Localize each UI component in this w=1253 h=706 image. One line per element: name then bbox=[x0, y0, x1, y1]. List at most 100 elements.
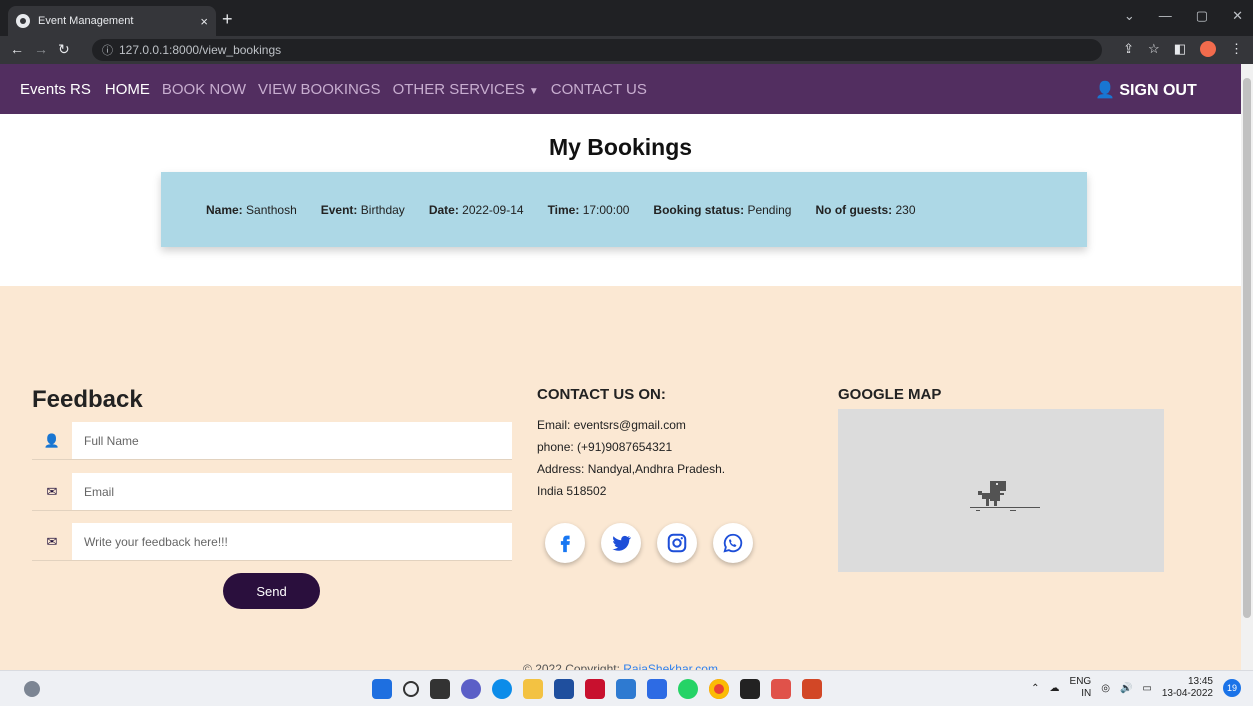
volume-icon[interactable]: 🔊 bbox=[1120, 683, 1132, 694]
widgets-icon[interactable] bbox=[24, 681, 40, 697]
booking-event: Event: Birthday bbox=[321, 203, 405, 217]
browser-tab[interactable]: Event Management × bbox=[8, 6, 216, 36]
label-event: Event: bbox=[320, 202, 358, 217]
address-bar[interactable]: ⓘ 127.0.0.1:8000/view_bookings bbox=[92, 39, 1102, 61]
map-title: GOOGLE MAP bbox=[838, 386, 942, 403]
onedrive-icon[interactable]: ☁ bbox=[1050, 683, 1060, 694]
region-code: IN bbox=[1081, 688, 1092, 699]
whatsapp-app-icon[interactable] bbox=[678, 679, 698, 699]
email-input[interactable] bbox=[72, 473, 512, 510]
nav-book-now[interactable]: BOOK NOW bbox=[162, 81, 246, 98]
value-date: 2022-09-14 bbox=[462, 202, 524, 217]
side-panel-icon[interactable]: ◧ bbox=[1174, 41, 1186, 57]
nav-other-services-label: OTHER SERVICES bbox=[392, 80, 525, 98]
start-icon[interactable] bbox=[372, 679, 392, 699]
new-tab-button[interactable]: + bbox=[222, 8, 233, 30]
address-toolbar: ← → ↻ ⓘ 127.0.0.1:8000/view_bookings ⇪ ☆… bbox=[0, 36, 1253, 64]
profile-avatar[interactable] bbox=[1200, 41, 1216, 57]
sign-out-label: SIGN OUT bbox=[1119, 82, 1197, 99]
offline-dino-icon bbox=[970, 481, 1040, 511]
close-tab-icon[interactable]: × bbox=[200, 14, 208, 29]
reload-icon[interactable]: ↻ bbox=[58, 41, 70, 58]
powerpoint-icon[interactable] bbox=[802, 679, 822, 699]
search-icon[interactable] bbox=[403, 681, 419, 697]
chevron-up-icon[interactable]: ⌃ bbox=[1031, 683, 1039, 694]
page-title: My Bookings bbox=[548, 134, 693, 160]
page-scrollbar[interactable] bbox=[1241, 64, 1253, 670]
share-icon[interactable]: ⇪ bbox=[1123, 41, 1134, 57]
close-window-icon[interactable]: ✕ bbox=[1232, 8, 1243, 24]
nav-other-services[interactable]: OTHER SERVICES ▼ bbox=[393, 81, 539, 98]
clock[interactable]: 13:45 13-04-2022 bbox=[1162, 676, 1213, 700]
terminal-icon[interactable] bbox=[740, 679, 760, 699]
label-date: Date: bbox=[428, 202, 459, 217]
restore-icon[interactable]: ▢ bbox=[1196, 8, 1208, 24]
copyright: © 2022 Copyright: RajaShekhar.com bbox=[0, 662, 1241, 670]
info-icon[interactable]: ⓘ bbox=[102, 42, 113, 58]
scrollbar-thumb[interactable] bbox=[1243, 78, 1251, 618]
menu-kebab-icon[interactable]: ⋮ bbox=[1230, 41, 1243, 57]
full-name-input[interactable] bbox=[72, 422, 512, 459]
value-guests: 230 bbox=[895, 202, 916, 217]
contact-phone: phone: (+91)9087654321 bbox=[537, 440, 673, 454]
contact-address-line2: India 518502 bbox=[537, 484, 607, 498]
nav-home[interactable]: HOME bbox=[105, 81, 150, 98]
tab-title: Event Management bbox=[38, 15, 134, 27]
globe-icon bbox=[16, 14, 30, 28]
label-name: Name: bbox=[206, 202, 243, 217]
task-view-icon[interactable] bbox=[430, 679, 450, 699]
app-icon[interactable] bbox=[585, 679, 605, 699]
user-icon: 👤 bbox=[43, 432, 61, 448]
booking-time: Time: 17:00:00 bbox=[548, 203, 630, 217]
instagram-icon[interactable] bbox=[657, 523, 697, 563]
booking-status: Booking status: Pending bbox=[653, 203, 791, 217]
facebook-icon[interactable] bbox=[545, 523, 585, 563]
brand-logo[interactable]: Events RS bbox=[20, 81, 91, 98]
top-navbar: Events RS HOME BOOK NOW VIEW BOOKINGS OT… bbox=[0, 64, 1241, 114]
lang-code: ENG bbox=[1069, 676, 1092, 687]
booking-name: Name: Santhosh bbox=[206, 203, 297, 217]
caret-down-icon: ▼ bbox=[528, 85, 539, 97]
minimize-icon[interactable]: — bbox=[1159, 8, 1172, 24]
copyright-link[interactable]: RajaShekhar.com bbox=[623, 662, 718, 670]
value-status: Pending bbox=[747, 202, 792, 217]
chat-icon[interactable] bbox=[461, 679, 481, 699]
language-indicator[interactable]: ENG IN bbox=[1070, 676, 1092, 700]
mail-icon[interactable] bbox=[616, 679, 636, 699]
value-event: Birthday bbox=[360, 202, 405, 217]
value-time: 17:00:00 bbox=[582, 202, 630, 217]
footer: Feedback 👤 ✉ ✉ Send CONTACT US ON: Email… bbox=[0, 286, 1241, 670]
network-icon[interactable]: ◎ bbox=[1101, 683, 1110, 694]
notification-badge[interactable]: 19 bbox=[1223, 679, 1241, 697]
chrome-icon[interactable] bbox=[709, 679, 729, 699]
contact-title: CONTACT US ON: bbox=[537, 386, 666, 403]
map-frame[interactable] bbox=[838, 409, 1164, 572]
taskbar-apps bbox=[372, 679, 822, 699]
edge-icon[interactable] bbox=[492, 679, 512, 699]
url-text: 127.0.0.1:8000/view_bookings bbox=[119, 43, 282, 57]
email-field-row: ✉ bbox=[32, 473, 512, 511]
send-button[interactable]: Send bbox=[223, 573, 320, 609]
sign-out-button[interactable]: 👤 SIGN OUT bbox=[1095, 80, 1197, 100]
xampp-icon[interactable] bbox=[771, 679, 791, 699]
label-guests: No of guests: bbox=[815, 202, 893, 217]
store-icon[interactable] bbox=[554, 679, 574, 699]
forward-icon[interactable]: → bbox=[34, 41, 48, 57]
file-explorer-icon[interactable] bbox=[523, 679, 543, 699]
name-field-row: 👤 bbox=[32, 422, 512, 460]
bookmark-star-icon[interactable]: ☆ bbox=[1148, 41, 1160, 57]
whatsapp-icon[interactable] bbox=[713, 523, 753, 563]
clock-date: 13-04-2022 bbox=[1161, 688, 1213, 699]
twitter-icon[interactable] bbox=[601, 523, 641, 563]
battery-icon[interactable]: ▭ bbox=[1142, 683, 1151, 694]
user-icon: 👤 bbox=[1095, 82, 1115, 99]
tab-search-icon[interactable]: ⌄ bbox=[1124, 8, 1135, 24]
notepad-icon[interactable] bbox=[647, 679, 667, 699]
back-icon[interactable]: ← bbox=[10, 41, 24, 57]
nav-contact-us[interactable]: CONTACT US bbox=[551, 81, 647, 98]
nav-view-bookings[interactable]: VIEW BOOKINGS bbox=[258, 81, 381, 98]
feedback-input[interactable] bbox=[72, 523, 512, 560]
clock-time: 13:45 bbox=[1187, 676, 1213, 687]
copyright-text: © 2022 Copyright: bbox=[523, 662, 624, 670]
web-page: Events RS HOME BOOK NOW VIEW BOOKINGS OT… bbox=[0, 64, 1241, 670]
